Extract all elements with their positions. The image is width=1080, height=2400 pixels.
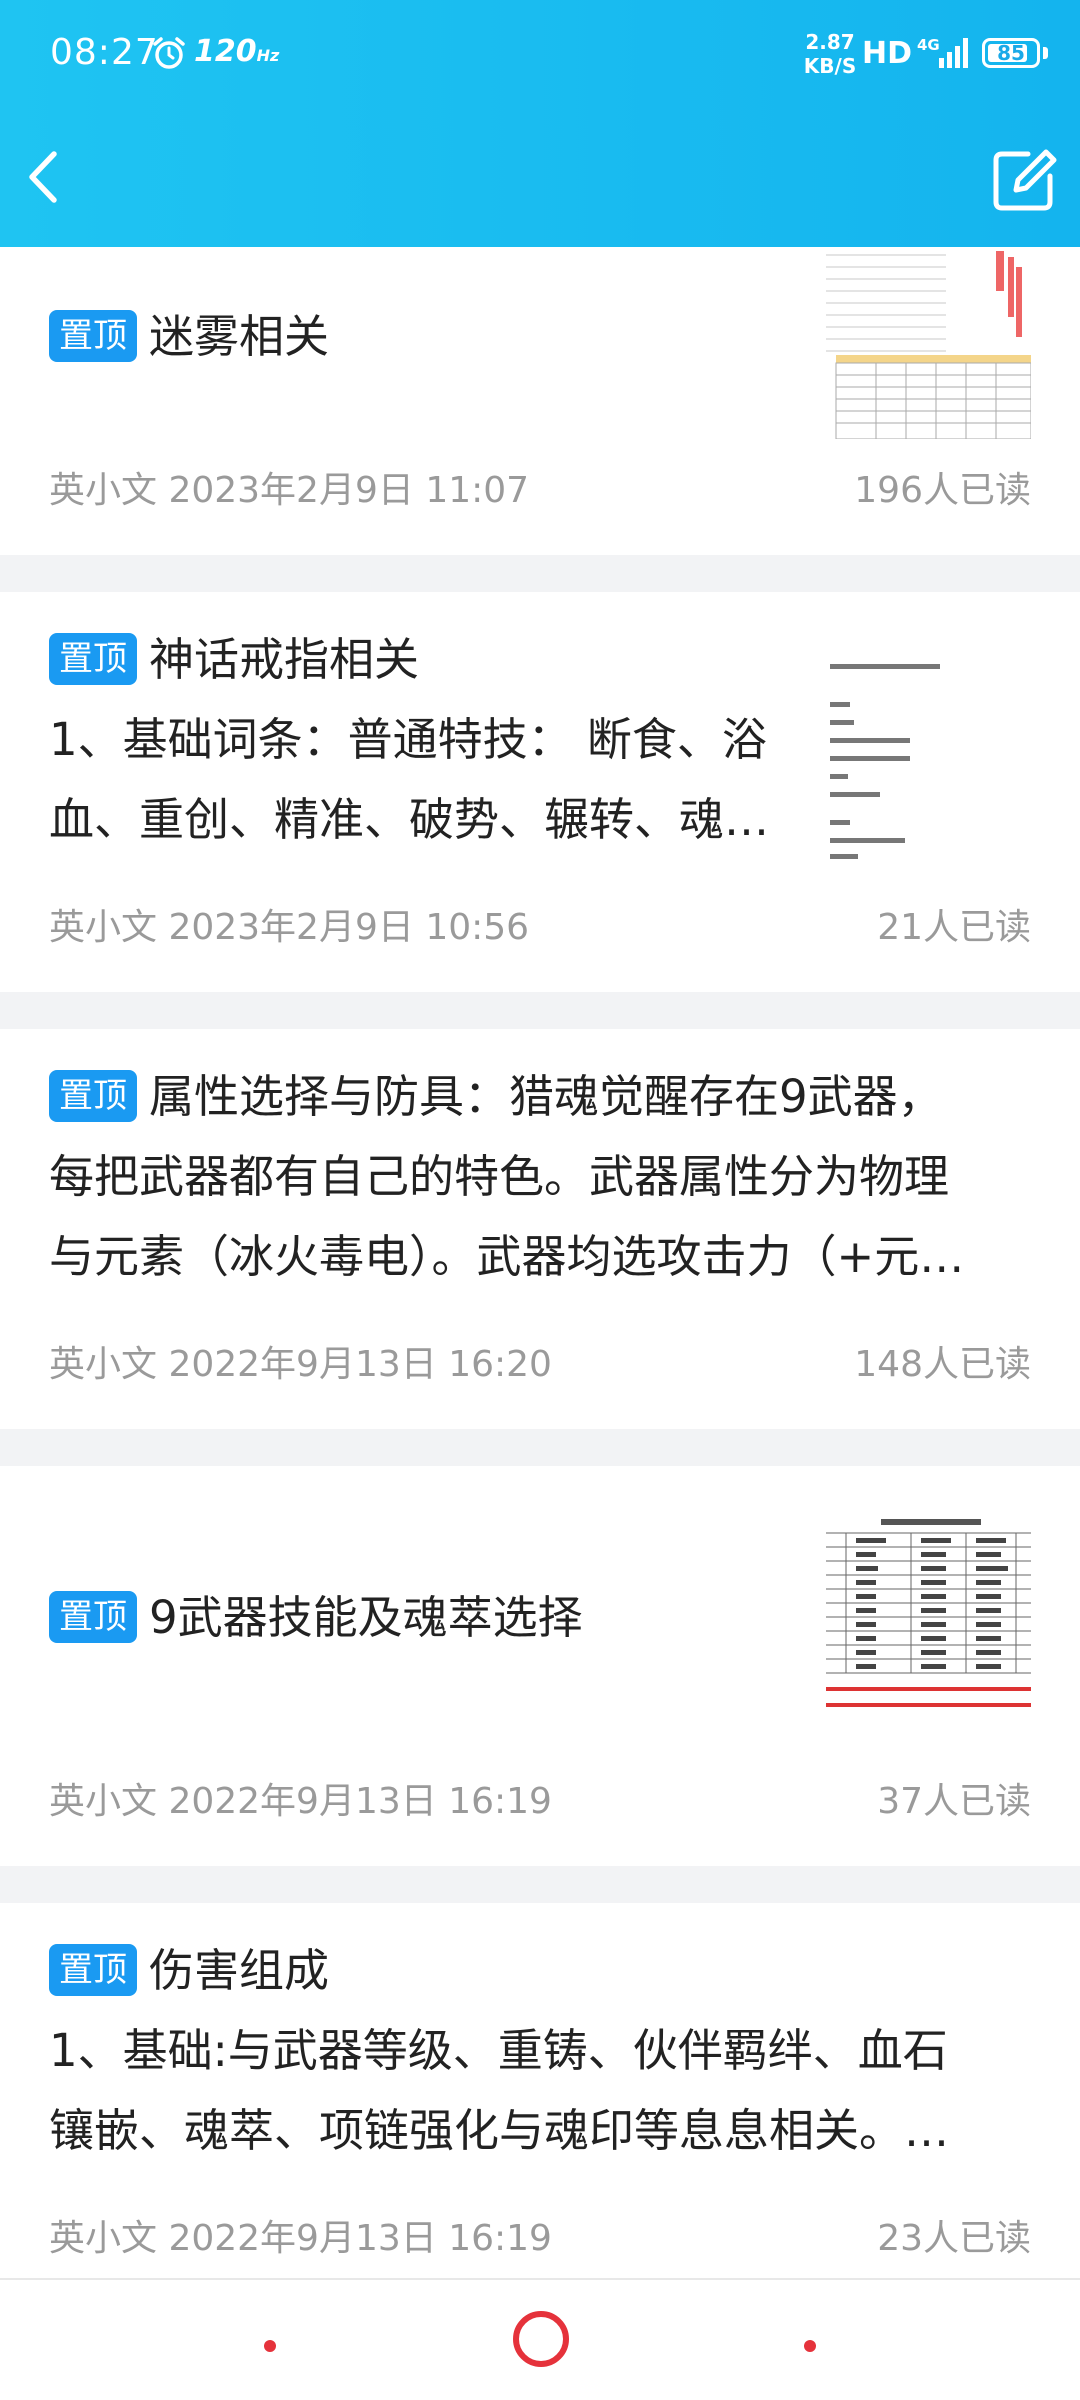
refresh-rate-value: 120 [194, 34, 257, 69]
post-title-line: 置顶 属性选择与防具：猎魂觉醒存在9武器， [49, 1057, 943, 1137]
pinned-badge: 置顶 [49, 633, 137, 685]
back-dot-icon[interactable] [804, 2340, 816, 2352]
post-thumbnail [826, 247, 1031, 439]
post-excerpt-line: 血、重创、精准、破势、辗转、魂… [49, 793, 770, 846]
post-title: 9武器技能及魂萃选择 [149, 1591, 583, 1644]
post-thumbnail [826, 662, 1031, 867]
post-title-line: 置顶 伤害组成 [49, 1931, 329, 2011]
refresh-rate-unit: Hz [256, 46, 280, 65]
pinned-badge: 置顶 [49, 1070, 137, 1122]
network-speed: 2.87 KB/S [803, 30, 857, 78]
refresh-rate-indicator: 120Hz [194, 34, 279, 69]
edit-icon[interactable] [988, 144, 1060, 216]
chevron-left-icon[interactable] [14, 142, 74, 212]
post-title: 伤害组成 [149, 1944, 330, 1997]
post-card[interactable]: 置顶 9武器技能及魂萃选择 英小文 2022年9月13日 16:19 37人已读 [0, 1466, 1080, 1866]
battery-icon: 85 [982, 38, 1040, 68]
post-title: 属性选择与防具：猎魂觉醒存在9武器， [149, 1070, 943, 1123]
system-nav-bar [0, 2278, 1080, 2400]
battery-tip [1043, 47, 1048, 59]
hd-indicator: HD [862, 36, 913, 71]
top-header: 08:27 120Hz 2.87 KB/S HD 4G 85 [0, 0, 1080, 247]
pinned-badge: 置顶 [49, 1591, 137, 1643]
network-speed-value: 2.87 [805, 30, 855, 54]
recent-dot-icon[interactable] [264, 2340, 276, 2352]
status-bar: 08:27 120Hz 2.87 KB/S HD 4G 85 [0, 0, 1080, 110]
post-card[interactable]: 置顶 神话戒指相关 1、基础词条：普通特技： 断食、浴 血、重创、精准、破势、辗转… [0, 592, 1080, 992]
post-title: 神话戒指相关 [149, 633, 420, 686]
pinned-badge: 置顶 [49, 1944, 137, 1996]
post-title: 迷雾相关 [149, 310, 330, 363]
post-excerpt-line: 每把武器都有自己的特色。武器属性分为物理 [49, 1150, 950, 1203]
post-card[interactable]: 置顶 属性选择与防具：猎魂觉醒存在9武器， 每把武器都有自己的特色。武器属性分为物… [0, 1029, 1080, 1429]
post-thumbnail [826, 1515, 1031, 1720]
post-read-count: 196人已读 [854, 470, 1031, 511]
post-read-count: 37人已读 [877, 1781, 1031, 1822]
post-excerpt-line: 与元素（冰火毒电）。武器均选攻击力（+元… [49, 1230, 965, 1283]
home-circle-icon[interactable] [513, 2311, 569, 2367]
post-author-date: 英小文 2022年9月13日 16:20 [49, 1344, 552, 1385]
network-speed-unit: KB/S [803, 54, 857, 78]
post-card[interactable]: 置顶 伤害组成 1、基础:与武器等级、重铸、伙伴羁绊、血石 镶嵌、魂萃、项链强化与… [0, 1903, 1080, 2303]
post-author-date: 英小文 2023年2月9日 11:07 [49, 470, 530, 511]
post-read-count: 21人已读 [877, 907, 1031, 948]
post-author-date: 英小文 2022年9月13日 16:19 [49, 1781, 552, 1822]
post-excerpt-line: 镶嵌、魂萃、项链强化与魂印等息息相关。… [49, 2104, 950, 2157]
alarm-icon [153, 37, 185, 69]
post-excerpt-line: 1、基础:与武器等级、重铸、伙伴羁绊、血石 [49, 2024, 948, 2077]
post-card[interactable]: 置顶 迷雾相关 英小文 2023年2月9日 11:07 196人已读 [0, 247, 1080, 555]
battery-level: 85 [997, 41, 1025, 65]
post-read-count: 23人已读 [877, 2218, 1031, 2259]
status-time: 08:27 [50, 32, 159, 73]
post-title-line: 置顶 9武器技能及魂萃选择 [49, 1578, 583, 1658]
post-author-date: 英小文 2022年9月13日 16:19 [49, 2218, 552, 2259]
post-author-date: 英小文 2023年2月9日 10:56 [49, 907, 530, 948]
signal-icon [939, 38, 968, 68]
post-read-count: 148人已读 [854, 1344, 1031, 1385]
post-title-line: 置顶 神话戒指相关 [49, 620, 419, 700]
app-screen: 08:27 120Hz 2.87 KB/S HD 4G 85 置顶 迷雾相关 英… [0, 0, 1080, 2400]
post-excerpt-line: 1、基础词条：普通特技： 断食、浴 [49, 713, 767, 766]
pinned-badge: 置顶 [49, 310, 137, 362]
post-title-line: 置顶 迷雾相关 [49, 297, 329, 377]
